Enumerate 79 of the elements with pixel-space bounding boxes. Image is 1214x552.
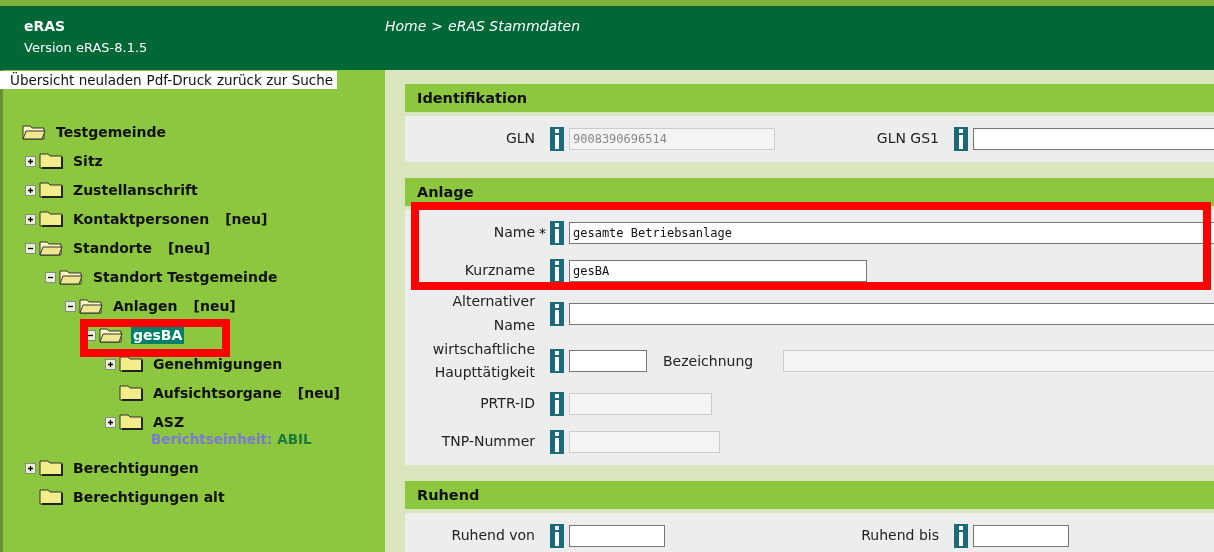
input-field[interactable] [569,350,647,373]
field-label: Ruhend von [450,526,535,546]
toolbar-link[interactable]: Pdf-Druck [146,72,212,88]
open-folder-icon [59,268,83,285]
field-label: TNP-Nummer [440,432,535,452]
collapse-icon[interactable] [65,301,76,312]
info-icon[interactable] [550,221,564,245]
info-icon[interactable] [550,349,564,374]
input-field[interactable] [569,525,665,548]
tree-item[interactable]: Zustellanschrift [71,181,200,199]
folder-icon [39,152,63,169]
tree-item[interactable]: Berechtigungen alt [71,488,227,506]
new-tag: [neu] [225,210,268,228]
input-field[interactable] [973,128,1214,150]
section-header: Identifikation [405,84,1214,112]
input-field[interactable]: gesBA [569,260,867,282]
field-label: wirtschaftliche Haupttätigkeit [431,339,535,383]
expand-icon[interactable] [25,463,36,474]
tree-item[interactable]: Kontaktpersonen [71,210,212,228]
app-name: eRAS [24,18,67,34]
info-icon[interactable] [550,524,564,549]
field-label: Name [492,223,535,243]
input-field[interactable] [973,525,1069,548]
tree-item[interactable]: Standorte [71,239,154,257]
info-icon[interactable] [954,127,968,151]
input-field[interactable] [569,302,1214,325]
tree-item[interactable]: Genehmigungen [151,355,285,373]
info-icon[interactable] [550,259,564,283]
expand-icon[interactable] [25,156,36,167]
toolbar-link[interactable]: zurück zur Suche [216,72,334,88]
tree-item[interactable]: Standort Testgemeinde [91,268,280,286]
field-label: Ruhend bis [860,526,939,546]
tree-item[interactable]: Sitz [71,152,105,170]
required-mark: * [539,225,547,241]
expand-icon[interactable] [25,185,36,196]
input-field[interactable]: gesamte Betriebsanlage [569,222,1214,244]
folder-icon [119,355,143,372]
tree-item[interactable]: Berechtigungen [71,459,201,477]
info-icon[interactable] [954,524,968,549]
info-icon[interactable] [550,301,564,326]
tree-item[interactable]: ASZ [151,413,187,431]
expand-icon[interactable] [105,359,116,370]
folder-icon [119,384,143,401]
field-label: Kurzname [463,261,535,281]
folder-icon [39,459,63,476]
field-label: Bezeichnung [663,353,754,370]
field-label: GLN [504,129,535,149]
tree-item[interactable]: Testgemeinde [54,123,169,141]
field-label: PRTR-ID [479,394,535,414]
field-label: Alternativer Name [451,292,535,335]
info-icon[interactable] [550,430,564,455]
tree-item[interactable]: Anlagen [111,297,180,315]
toolbar-link[interactable]: Übersicht neuladen [10,72,142,88]
breadcrumb-separator: > [431,18,444,36]
folder-icon [39,488,63,505]
expand-icon[interactable] [105,417,116,428]
tree-item[interactable]: Aufsichtsorgane [151,384,284,402]
folder-icon [119,413,143,430]
version-label: Version eRAS-8.1.5 [24,40,149,55]
expand-icon[interactable] [25,214,36,225]
collapse-icon[interactable] [85,330,96,341]
new-tag: [neu] [167,239,211,257]
collapse-icon[interactable] [25,243,36,254]
section-header: Ruhend [405,481,1214,510]
info-icon[interactable] [550,127,564,151]
open-folder-icon [22,123,46,140]
breadcrumb-link[interactable]: Home [385,18,427,70]
info-icon[interactable] [550,392,564,417]
open-folder-icon [79,297,103,314]
folder-icon [39,181,63,198]
folder-icon [39,210,63,227]
tree-item-subtitle: Berichtseinheit: ABIL [151,431,312,447]
field-label: GLN GS1 [875,129,939,149]
open-folder-icon [99,326,123,343]
open-folder-icon [39,239,63,256]
collapse-icon[interactable] [45,272,56,283]
new-tag: [neu] [193,297,236,315]
breadcrumb-link[interactable]: eRAS Stammdaten [448,18,580,70]
new-tag: [neu] [297,384,340,402]
